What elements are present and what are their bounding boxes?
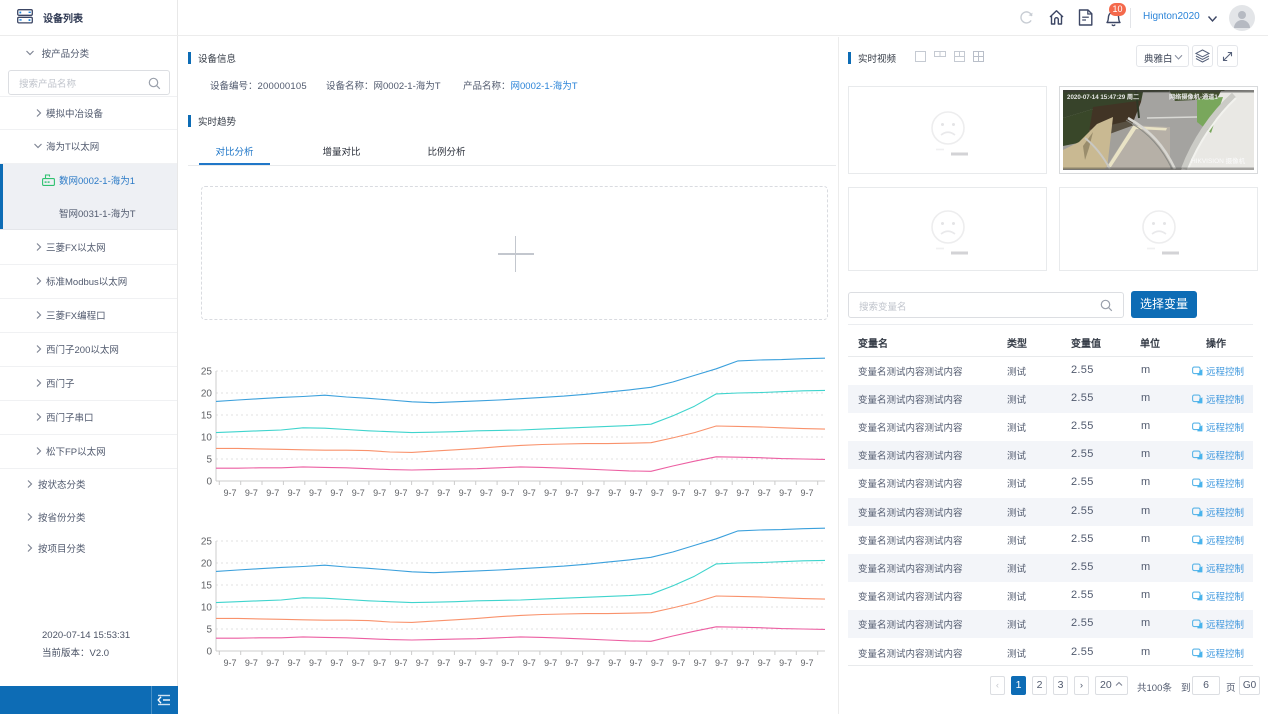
svg-text:9-7: 9-7 [309, 658, 322, 668]
svg-text:15: 15 [201, 411, 213, 422]
svg-text:9-7: 9-7 [651, 488, 664, 498]
svg-text:9-7: 9-7 [266, 658, 279, 668]
svg-text:20: 20 [201, 559, 213, 570]
svg-text:9-7: 9-7 [330, 488, 343, 498]
svg-text:9-7: 9-7 [715, 488, 728, 498]
svg-text:25: 25 [201, 537, 213, 548]
svg-text:9-7: 9-7 [523, 658, 536, 668]
svg-text:9-7: 9-7 [288, 488, 301, 498]
svg-text:9-7: 9-7 [544, 488, 557, 498]
svg-text:10: 10 [201, 433, 213, 444]
svg-text:9-7: 9-7 [501, 488, 514, 498]
svg-text:10: 10 [201, 603, 213, 614]
svg-text:9-7: 9-7 [565, 658, 578, 668]
svg-text:9-7: 9-7 [758, 488, 771, 498]
svg-text:9-7: 9-7 [694, 488, 707, 498]
svg-text:9-7: 9-7 [330, 658, 343, 668]
svg-text:9-7: 9-7 [416, 488, 429, 498]
svg-text:9-7: 9-7 [223, 658, 236, 668]
svg-text:9-7: 9-7 [736, 658, 749, 668]
svg-text:0: 0 [206, 647, 212, 658]
svg-text:9-7: 9-7 [459, 488, 472, 498]
svg-text:5: 5 [206, 455, 212, 466]
svg-text:9-7: 9-7 [459, 658, 472, 668]
svg-text:9-7: 9-7 [779, 658, 792, 668]
svg-text:9-7: 9-7 [715, 658, 728, 668]
svg-text:9-7: 9-7 [672, 488, 685, 498]
svg-text:9-7: 9-7 [416, 658, 429, 668]
svg-text:9-7: 9-7 [544, 658, 557, 668]
svg-text:15: 15 [201, 581, 213, 592]
svg-text:9-7: 9-7 [672, 658, 685, 668]
svg-text:9-7: 9-7 [437, 488, 450, 498]
svg-text:9-7: 9-7 [394, 488, 407, 498]
svg-text:9-7: 9-7 [437, 658, 450, 668]
svg-text:9-7: 9-7 [629, 488, 642, 498]
svg-text:9-7: 9-7 [352, 488, 365, 498]
svg-text:9-7: 9-7 [800, 488, 813, 498]
svg-text:9-7: 9-7 [736, 488, 749, 498]
svg-text:9-7: 9-7 [800, 658, 813, 668]
svg-text:9-7: 9-7 [394, 658, 407, 668]
svg-text:网络摄像机-通道1: 网络摄像机-通道1 [1169, 93, 1218, 101]
svg-text:9-7: 9-7 [373, 658, 386, 668]
svg-text:9-7: 9-7 [694, 658, 707, 668]
svg-text:9-7: 9-7 [266, 488, 279, 498]
svg-text:9-7: 9-7 [758, 658, 771, 668]
svg-text:9-7: 9-7 [309, 488, 322, 498]
svg-text:9-7: 9-7 [565, 488, 578, 498]
svg-text:9-7: 9-7 [779, 488, 792, 498]
svg-text:9-7: 9-7 [523, 488, 536, 498]
svg-text:9-7: 9-7 [608, 488, 621, 498]
svg-text:0: 0 [206, 477, 212, 488]
svg-text:9-7: 9-7 [587, 658, 600, 668]
svg-text:9-7: 9-7 [373, 488, 386, 498]
svg-text:5: 5 [206, 625, 212, 636]
svg-text:HIKVISION 摄像机: HIKVISION 摄像机 [1191, 156, 1246, 165]
svg-text:9-7: 9-7 [480, 658, 493, 668]
svg-text:9-7: 9-7 [223, 488, 236, 498]
svg-text:9-7: 9-7 [587, 488, 600, 498]
svg-text:9-7: 9-7 [608, 658, 621, 668]
svg-text:20: 20 [201, 389, 213, 400]
svg-text:9-7: 9-7 [245, 658, 258, 668]
svg-text:25: 25 [201, 367, 213, 378]
svg-text:2020-07-14 15:47:29 周二: 2020-07-14 15:47:29 周二 [1067, 93, 1139, 101]
svg-text:9-7: 9-7 [245, 488, 258, 498]
svg-text:9-7: 9-7 [288, 658, 301, 668]
svg-text:9-7: 9-7 [629, 658, 642, 668]
svg-text:9-7: 9-7 [352, 658, 365, 668]
svg-text:9-7: 9-7 [501, 658, 514, 668]
svg-text:9-7: 9-7 [651, 658, 664, 668]
svg-text:9-7: 9-7 [480, 488, 493, 498]
